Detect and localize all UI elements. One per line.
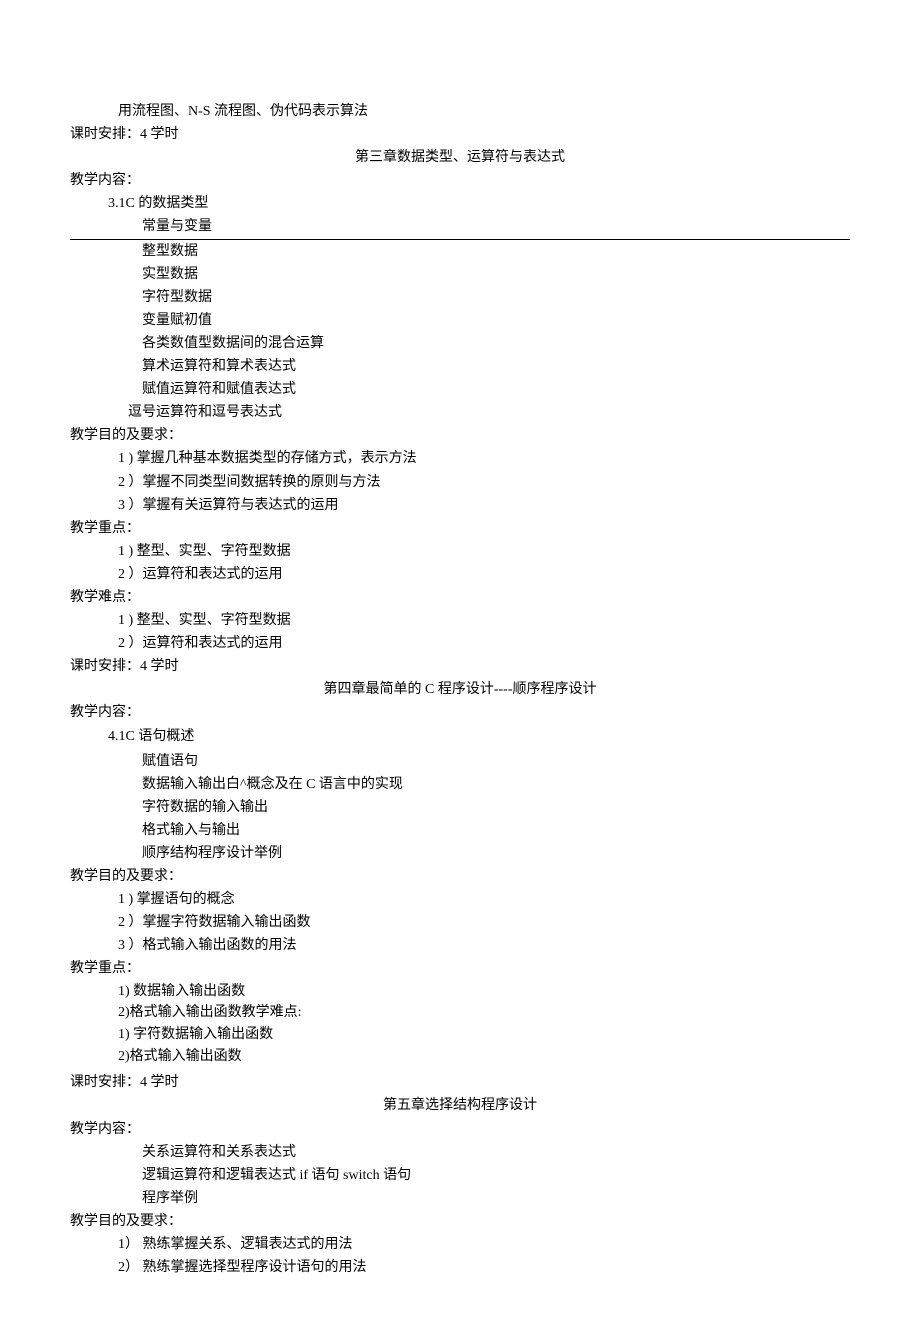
focus-item: 1) 数据输入输出函数 [70,981,850,1003]
objective-item: 1） 熟练掌握关系、逻辑表达式的用法 [70,1233,850,1256]
focus-item: 2)格式输入输出函数教学难点: [70,1002,850,1024]
section-label: 教学内容： [70,701,850,724]
subsection: 4.1C 语句概述 [70,725,850,748]
subsection: 3.1C 的数据类型 [70,192,850,215]
list-item: 赋值运算符和赋值表达式 [70,378,850,401]
objective-item: 3 ）掌握有关运算符与表达式的运用 [70,494,850,517]
section-label: 教学目的及要求： [70,865,850,888]
section-label: 教学难点： [70,586,850,609]
section-label: 教学目的及要求： [70,424,850,447]
chapter-5-title: 第五章选择结构程序设计 [70,1094,850,1117]
chapter-4-title: 第四章最简单的 C 程序设计----顺序程序设计 [70,678,850,701]
schedule-line: 课时安排：4 学时 [70,123,850,146]
list-item: 整型数据 [70,240,850,263]
chapter-3-title: 第三章数据类型、运算符与表达式 [70,146,850,169]
section-label: 教学内容： [70,169,850,192]
item-text: 常量与变量 [142,215,212,238]
section-label: 教学重点： [70,957,850,980]
list-item: 赋值语句 [70,750,850,773]
section-label: 教学重点： [70,517,850,540]
list-item: 关系运算符和关系表达式 [70,1141,850,1164]
list-item: 实型数据 [70,263,850,286]
objective-item: 1 ) 掌握几种基本数据类型的存储方式，表示方法 [70,447,850,470]
list-item: 顺序结构程序设计举例 [70,842,850,865]
list-item: 各类数值型数据间的混合运算 [70,332,850,355]
difficulty-item: 2)格式输入输出函数 [70,1046,850,1068]
section-label: 教学目的及要求： [70,1210,850,1233]
list-item: 字符数据的输入输出 [70,796,850,819]
list-item: 格式输入与输出 [70,819,850,842]
list-item: 变量赋初值 [70,309,850,332]
list-item: 数据输入输出白^概念及在 C 语言中的实现 [70,773,850,796]
focus-item: 2 ）运算符和表达式的运用 [70,563,850,586]
objective-item: 1 ) 掌握语句的概念 [70,888,850,911]
focus-item: 1 ) 整型、实型、字符型数据 [70,540,850,563]
schedule-line: 课时安排：4 学时 [70,1071,850,1094]
difficulty-item: 2 ）运算符和表达式的运用 [70,632,850,655]
list-item: 算术运算符和算术表达式 [70,355,850,378]
list-item: 程序举例 [70,1187,850,1210]
objective-item: 2） 熟练掌握选择型程序设计语句的用法 [70,1256,850,1279]
objective-item: 3 ）格式输入输出函数的用法 [70,934,850,957]
list-item: 逗号运算符和逗号表达式 [70,401,850,424]
difficulty-item: 1) 字符数据输入输出函数 [70,1024,850,1046]
objective-item: 2 ）掌握不同类型间数据转换的原则与方法 [70,471,850,494]
list-item: 逻辑运算符和逻辑表达式 if 语句 switch 语句 [70,1164,850,1187]
list-item: 字符型数据 [70,286,850,309]
body-line: 用流程图、N-S 流程图、伪代码表示算法 [70,100,850,123]
difficulty-item: 1 ) 整型、实型、字符型数据 [70,609,850,632]
section-label: 教学内容： [70,1118,850,1141]
underlined-item: 常量与变量 [70,215,850,239]
objective-item: 2 ）掌握字符数据输入输出函数 [70,911,850,934]
schedule-line: 课时安排：4 学时 [70,655,850,678]
